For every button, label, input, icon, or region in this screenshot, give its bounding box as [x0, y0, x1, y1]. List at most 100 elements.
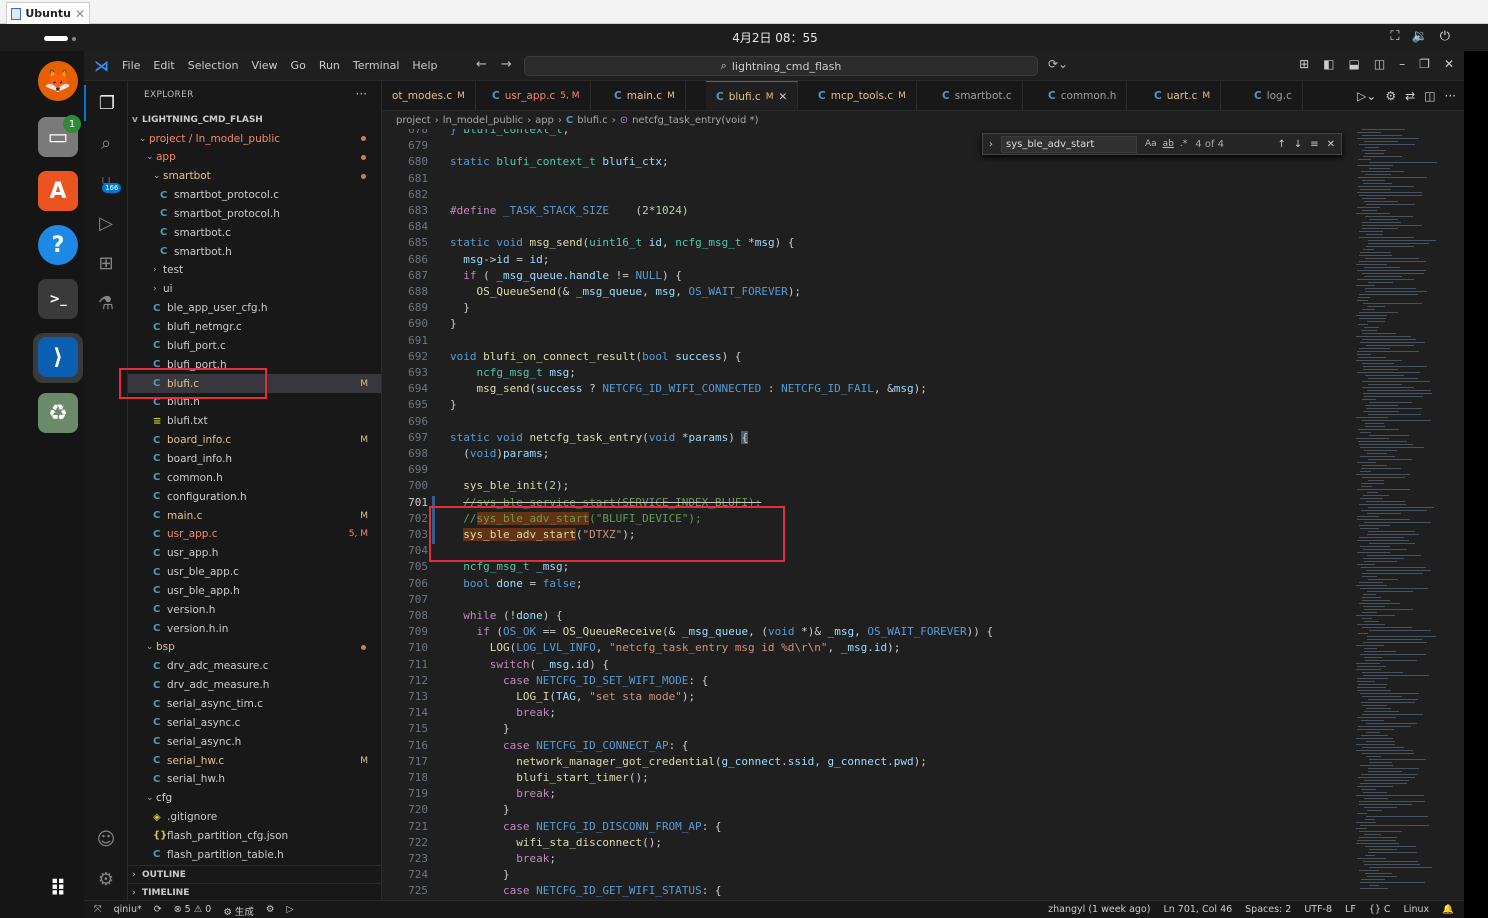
- menu-run[interactable]: Run: [319, 59, 340, 72]
- toggle-panel-icon[interactable]: ⬓: [1348, 57, 1359, 71]
- tree-file[interactable]: Cboard_info.c M: [128, 431, 381, 450]
- toggle-secondary-sidebar-icon[interactable]: ◫: [1374, 57, 1385, 71]
- close-tab-icon[interactable]: ✕: [778, 91, 787, 103]
- tree-folder[interactable]: › ui: [128, 280, 381, 299]
- code-line[interactable]: break;: [450, 852, 556, 865]
- breadcrumb-item[interactable]: app: [535, 115, 554, 126]
- run-debug-icon[interactable]: ▷: [84, 205, 128, 241]
- more-icon[interactable]: ···: [1445, 89, 1456, 103]
- code-line[interactable]: switch( _msg.id) {: [450, 658, 609, 671]
- code-line[interactable]: wifi_sta_disconnect();: [450, 836, 662, 849]
- minimize-icon[interactable]: –: [1399, 57, 1405, 71]
- tree-file[interactable]: {} flash_partition_cfg.json: [128, 826, 381, 845]
- tree-file[interactable]: Cserial_async.c: [128, 713, 381, 732]
- back-arrow-icon[interactable]: ←: [476, 57, 487, 72]
- tree-file[interactable]: Csmartbot.c: [128, 223, 381, 242]
- tab-log-c[interactable]: Clog.c: [1244, 81, 1303, 110]
- language-mode[interactable]: {} C: [1369, 904, 1391, 915]
- tree-file[interactable]: Cusr_ble_app.c: [128, 563, 381, 582]
- sync-icon[interactable]: ⟳: [154, 904, 162, 918]
- code-line[interactable]: } blufi_context_t;: [450, 129, 569, 136]
- tree-file[interactable]: Cserial_hw.h: [128, 770, 381, 789]
- find-in-selection-icon[interactable]: ≡: [1310, 139, 1318, 150]
- tree-file[interactable]: Cboard_info.h: [128, 449, 381, 468]
- close-find-icon[interactable]: ✕: [1327, 139, 1335, 150]
- customize-layout-icon[interactable]: ⊞: [1299, 57, 1309, 71]
- menu-go[interactable]: Go: [291, 59, 306, 72]
- workspace-root[interactable]: v LIGHTNING_CMD_FLASH: [128, 110, 381, 129]
- apps-grid-icon[interactable]: ⠿: [38, 869, 78, 909]
- code-line[interactable]: msg_send(success ? NETCFG_ID_WIFI_CONNEC…: [450, 382, 927, 395]
- firefox-icon[interactable]: 🦊: [38, 61, 78, 101]
- code-line[interactable]: void blufi_on_connect_result(bool succes…: [450, 350, 741, 363]
- toggle-sidebar-icon[interactable]: ◧: [1323, 57, 1334, 71]
- forward-arrow-icon[interactable]: →: [501, 57, 512, 72]
- code-line[interactable]: }: [450, 301, 470, 314]
- tree-file[interactable]: Cserial_async.h: [128, 732, 381, 751]
- close-window-icon[interactable]: ✕: [1444, 57, 1454, 71]
- tab-main-c[interactable]: Cmain.c M: [604, 81, 686, 110]
- outline-section[interactable]: › OUTLINE: [128, 865, 381, 884]
- code-line[interactable]: OS_QueueSend(& _msg_queue, msg, OS_WAIT_…: [450, 285, 802, 298]
- system-tray[interactable]: ⛶ 🔉 ⏻: [1390, 29, 1450, 44]
- tree-file[interactable]: Cblufi_port.c: [128, 336, 381, 355]
- tab-usr_app-c[interactable]: Cusr_app.c 5, M: [482, 81, 591, 110]
- tree-folder[interactable]: ⌄ cfg: [128, 789, 381, 808]
- code-line[interactable]: }: [450, 722, 510, 735]
- cursor-position[interactable]: Ln 701, Col 46: [1163, 904, 1232, 915]
- run-code-icon[interactable]: ▷⌄: [1357, 89, 1376, 103]
- tree-file[interactable]: Cconfiguration.h: [128, 487, 381, 506]
- help-icon[interactable]: ?: [38, 225, 78, 265]
- timeline-section[interactable]: › TIMELINE: [128, 883, 381, 900]
- tree-folder[interactable]: ⌄ bsp: [128, 638, 381, 657]
- settings-icon[interactable]: ⚙: [1385, 89, 1396, 103]
- platform[interactable]: Linux: [1404, 904, 1430, 915]
- extensions-icon[interactable]: ⊞: [84, 245, 128, 281]
- split-editor-icon[interactable]: ◫: [1424, 89, 1435, 103]
- remote-icon[interactable]: ⤧: [94, 904, 102, 918]
- next-match-icon[interactable]: ↓: [1294, 139, 1302, 150]
- code-line[interactable]: }: [450, 317, 457, 330]
- tree-file[interactable]: Cusr_app.c 5, M: [128, 525, 381, 544]
- menu-selection[interactable]: Selection: [188, 59, 239, 72]
- tree-file[interactable]: Cusr_app.h: [128, 544, 381, 563]
- code-line[interactable]: LOG(LOG_LVL_INFO, "netcfg_task_entry msg…: [450, 641, 901, 654]
- encoding[interactable]: UTF-8: [1304, 904, 1332, 915]
- explorer-icon[interactable]: ❐: [84, 85, 128, 121]
- menu-help[interactable]: Help: [412, 59, 437, 72]
- code-line[interactable]: if (OS_OK == OS_QueueReceive(& _msg_queu…: [450, 625, 994, 638]
- tree-file[interactable]: Cserial_hw.c M: [128, 751, 381, 770]
- debug-gear-icon[interactable]: ⚙: [266, 904, 275, 918]
- tree-file[interactable]: Csmartbot_protocol.c: [128, 186, 381, 205]
- breadcrumb-item[interactable]: netcfg_task_entry(void *): [632, 115, 758, 126]
- clock[interactable]: 4月2日 08：55: [700, 29, 850, 46]
- code-line[interactable]: network_manager_got_credential(g_connect…: [450, 755, 927, 768]
- code-line[interactable]: ncfg_msg_t msg;: [450, 366, 576, 379]
- menu-view[interactable]: View: [251, 59, 277, 72]
- code-line[interactable]: static blufi_context_t blufi_ctx;: [450, 155, 669, 168]
- code-line[interactable]: break;: [450, 787, 556, 800]
- code-line[interactable]: case NETCFG_ID_SET_WIFI_MODE: {: [450, 674, 708, 687]
- previous-match-icon[interactable]: ↑: [1277, 139, 1285, 150]
- breadcrumb-item[interactable]: project: [396, 115, 431, 126]
- code-line[interactable]: (void)params;: [450, 447, 549, 460]
- tree-file[interactable]: Cversion.h.in: [128, 619, 381, 638]
- regex-toggle[interactable]: .*: [1180, 139, 1187, 149]
- line-ending[interactable]: LF: [1345, 904, 1356, 915]
- git-blame[interactable]: zhangyl (1 week ago): [1048, 904, 1150, 915]
- tab-uart-c[interactable]: Cuart.c M: [1144, 81, 1222, 110]
- tab-blufi-c[interactable]: Cblufi.c M ✕: [706, 81, 799, 110]
- tab-ot_modes-c[interactable]: ot_modes.c M: [382, 81, 476, 110]
- code-line[interactable]: static void netcfg_task_entry(void *para…: [450, 430, 749, 444]
- tree-file[interactable]: ≡ blufi.txt: [128, 412, 381, 431]
- tree-file[interactable]: Cserial_async_tim.c: [128, 695, 381, 714]
- notifications-icon[interactable]: 🔔: [1442, 904, 1454, 915]
- code-line[interactable]: }: [450, 803, 510, 816]
- testing-icon[interactable]: ⚗: [84, 285, 128, 321]
- menu-terminal[interactable]: Terminal: [353, 59, 400, 72]
- tree-folder[interactable]: ⌄ project / ln_model_public: [128, 129, 381, 148]
- menu-file[interactable]: File: [122, 59, 140, 72]
- tree-file[interactable]: Cmain.c M: [128, 506, 381, 525]
- whole-word-toggle[interactable]: ab: [1163, 139, 1174, 149]
- terminal-icon[interactable]: >_: [38, 279, 78, 319]
